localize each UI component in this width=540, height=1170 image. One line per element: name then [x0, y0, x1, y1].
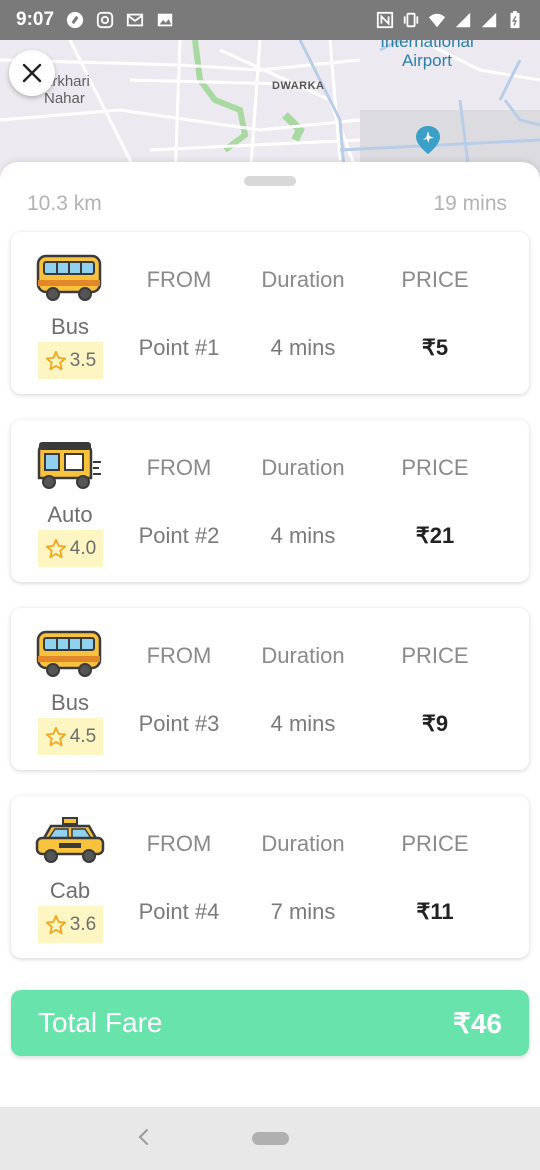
price-header: PRICE	[401, 831, 469, 856]
price-header: PRICE	[401, 455, 469, 480]
duration-header: Duration	[261, 267, 345, 292]
from-value: Point #4	[138, 899, 220, 924]
from-value: Point #3	[138, 711, 220, 736]
map-label-line: Nahar	[44, 90, 85, 107]
star-icon	[45, 538, 66, 558]
auto-rickshaw-icon	[37, 442, 101, 489]
leg-card[interactable]: Cab 3.6 FROM Duration PRICE Point #4 7 m…	[11, 796, 529, 958]
duration-value: 4 mins	[270, 711, 336, 736]
price-header: PRICE	[401, 267, 469, 292]
total-fare-label: Total Fare	[38, 1007, 163, 1038]
price-header: PRICE	[401, 643, 469, 668]
price-value: ₹11	[416, 899, 454, 924]
duration-header: Duration	[261, 455, 345, 480]
from-value: Point #2	[138, 523, 220, 548]
wifi-icon	[428, 13, 446, 28]
vibrate-icon	[403, 12, 419, 28]
map-label-dwarka: DWARKA	[272, 80, 325, 92]
vehicle-name: Bus	[51, 690, 89, 715]
signal-icon	[481, 12, 497, 28]
duration-value: 4 mins	[270, 335, 336, 360]
shazam-icon	[66, 11, 84, 29]
nfc-icon	[376, 11, 394, 29]
trip-duration: 19 mins	[433, 192, 507, 215]
from-header: FROM	[146, 831, 212, 856]
battery-icon	[510, 11, 520, 29]
rating-badge: 4.5	[38, 718, 103, 755]
drag-handle[interactable]	[244, 176, 296, 186]
close-icon	[22, 63, 42, 83]
from-header: FROM	[146, 267, 212, 292]
rating-value: 3.6	[69, 913, 97, 935]
map-label-line: International	[380, 40, 474, 51]
leg-card[interactable]: Auto 4.0 FROM Duration PRICE Point #2 4 …	[11, 420, 529, 582]
rating-badge: 3.6	[38, 906, 103, 943]
from-header: FROM	[146, 455, 212, 480]
from-header: FROM	[146, 643, 212, 668]
price-value: ₹5	[421, 335, 449, 360]
cab-icon	[35, 817, 105, 863]
rating-value: 4.0	[69, 537, 97, 559]
status-time: 9:07	[16, 9, 55, 30]
vehicle-name: Bus	[51, 314, 89, 339]
duration-value: 4 mins	[270, 523, 336, 548]
price-value: ₹21	[415, 523, 455, 548]
total-fare-value: ₹46	[453, 1007, 502, 1039]
trip-distance: 10.3 km	[27, 192, 102, 215]
gallery-icon	[157, 13, 173, 27]
bus-icon	[36, 630, 102, 677]
from-value: Point #1	[138, 335, 220, 360]
back-chevron-icon[interactable]	[132, 1125, 156, 1149]
status-bar: 9:07	[0, 0, 540, 40]
star-icon	[45, 350, 66, 370]
signal-icon	[455, 12, 471, 28]
rating-value: 4.5	[69, 725, 97, 747]
system-nav-bar	[0, 1107, 540, 1170]
leg-card[interactable]: Bus 3.5 FROM Duration PRICE Point #1 4 m…	[11, 232, 529, 394]
route-map[interactable]: arkhari Nahar DWARKA International Airpo…	[0, 40, 540, 180]
star-icon	[45, 914, 66, 934]
duration-value: 7 mins	[270, 899, 336, 924]
leg-card[interactable]: Bus 4.5 FROM Duration PRICE Point #3 4 m…	[11, 608, 529, 770]
airport-pin-icon	[416, 126, 440, 154]
gmail-icon	[126, 13, 144, 27]
vehicle-name: Auto	[47, 502, 93, 527]
bus-icon	[36, 254, 102, 301]
map-label-line: Airport	[401, 51, 453, 70]
duration-header: Duration	[261, 643, 345, 668]
rating-value: 3.5	[69, 349, 97, 371]
rating-badge: 3.5	[38, 342, 103, 379]
map-label-airport: International Airport	[372, 40, 482, 70]
home-pill[interactable]	[252, 1132, 289, 1145]
vehicle-name: Cab	[49, 878, 91, 903]
total-fare-button[interactable]: Total Fare ₹46	[11, 990, 529, 1056]
rating-badge: 4.0	[38, 530, 103, 567]
star-icon	[45, 726, 66, 746]
instagram-icon	[96, 11, 114, 29]
price-value: ₹9	[421, 711, 449, 736]
close-button[interactable]	[9, 50, 55, 96]
duration-header: Duration	[261, 831, 345, 856]
trip-details-sheet: 10.3 km 19 mins Bus 3.5 FROM Duration PR…	[0, 162, 540, 1107]
